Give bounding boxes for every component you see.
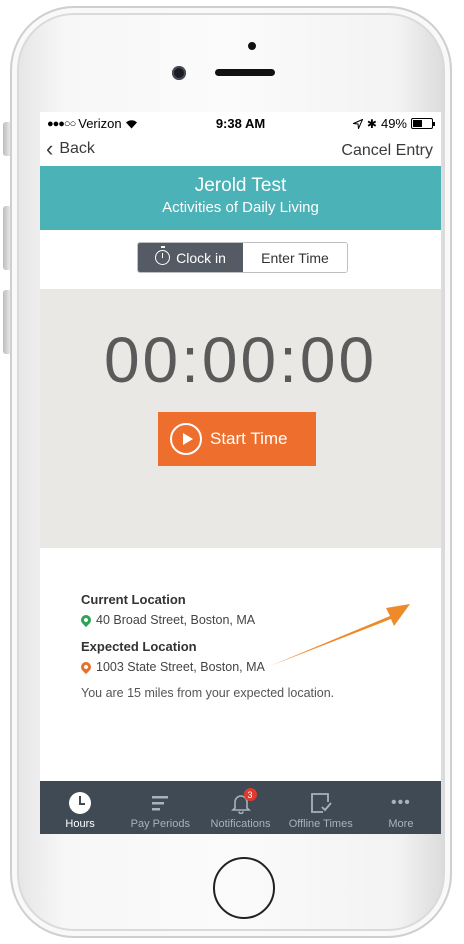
home-button[interactable] (213, 857, 275, 919)
earpiece-speaker (215, 69, 275, 76)
tab-hours[interactable]: Hours (40, 781, 120, 834)
cancel-entry-button[interactable]: Cancel Entry (341, 142, 433, 160)
back-label: Back (59, 140, 95, 157)
tab-pay-periods-label: Pay Periods (130, 818, 190, 830)
client-header: Jerold Test Activities of Daily Living (40, 166, 441, 230)
tab-hours-label: Hours (65, 818, 95, 830)
tab-more-label: More (388, 818, 414, 830)
navigation-bar: ‹ Back Cancel Entry (40, 136, 441, 166)
tab-more[interactable]: ••• More (361, 781, 441, 834)
battery-percent: 49% (380, 116, 407, 131)
clock-in-label: Clock in (176, 249, 226, 266)
app-screen: ●●●○○ Verizon 9:38 AM ✱ 49% ‹ Back Cance… (40, 112, 441, 834)
start-time-button[interactable]: Start Time (158, 412, 316, 466)
elapsed-timer: 00:00:00 (103, 324, 378, 396)
distance-message: You are 15 miles from your expected loca… (81, 686, 335, 700)
tab-pay-periods[interactable]: Pay Periods (120, 781, 200, 834)
start-time-label: Start Time (210, 429, 288, 448)
map-pin-orange-icon (78, 659, 94, 675)
timer-panel: 00:00:00 Start Time (40, 289, 441, 548)
play-icon (170, 423, 202, 455)
back-button[interactable]: ‹ Back (46, 136, 95, 161)
map-pin-green-icon (78, 612, 94, 628)
tab-notifications-label: Notifications (210, 818, 271, 830)
location-arrow-icon (352, 118, 363, 129)
tab-clock-in[interactable]: Clock in (138, 243, 243, 272)
tab-enter-time[interactable]: Enter Time (243, 243, 347, 272)
bottom-tab-bar: Hours Pay Periods 3 Notifications Offlin… (40, 781, 441, 834)
entry-mode-segmented-control: Clock in Enter Time (137, 242, 348, 273)
proximity-sensor (248, 42, 256, 50)
current-location-address: 40 Broad Street, Boston, MA (96, 613, 256, 627)
callout-arrow (270, 604, 410, 666)
clock-icon (69, 792, 92, 814)
chevron-left-icon: ‹ (46, 136, 54, 161)
battery-icon (411, 118, 435, 129)
status-bar: ●●●○○ Verizon 9:38 AM ✱ 49% (40, 112, 441, 134)
enter-time-label: Enter Time (261, 249, 329, 266)
stopwatch-icon (155, 246, 171, 265)
tab-offline-times[interactable]: Offline Times (281, 781, 361, 834)
list-icon (152, 796, 169, 811)
status-right-group: ✱ 49% (352, 116, 435, 131)
notification-badge: 3 (243, 788, 257, 801)
tab-offline-times-label: Offline Times (288, 818, 353, 830)
more-icon: ••• (391, 794, 411, 811)
activity-name: Activities of Daily Living (162, 199, 319, 216)
front-camera (172, 66, 186, 80)
volume-up-button[interactable] (3, 206, 10, 270)
tab-notifications[interactable]: 3 Notifications (200, 781, 280, 834)
expected-location-address: 1003 State Street, Boston, MA (96, 660, 265, 674)
bluetooth-icon: ✱ (366, 116, 377, 131)
mute-switch[interactable] (3, 122, 10, 156)
client-name: Jerold Test (194, 175, 287, 196)
offline-check-icon (310, 793, 332, 813)
volume-down-button[interactable] (3, 290, 10, 354)
